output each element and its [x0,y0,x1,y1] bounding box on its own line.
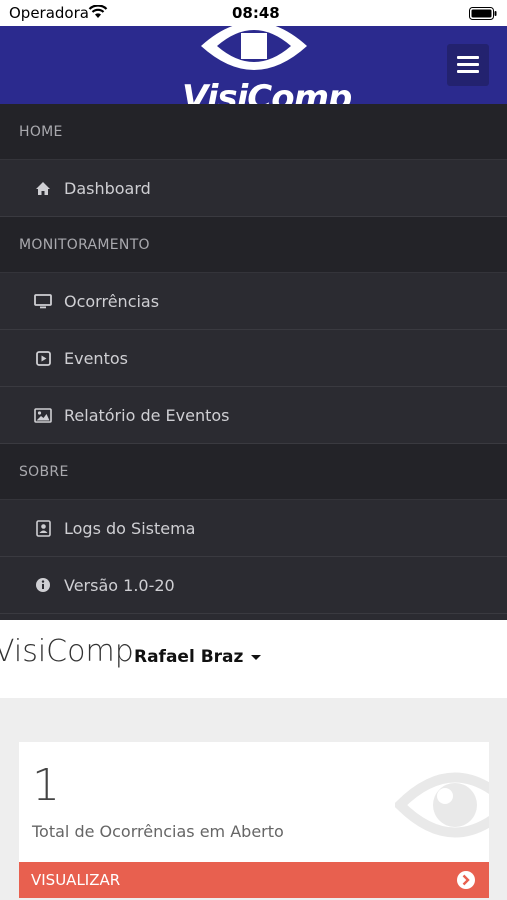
nav-item-dashboard[interactable]: Dashboard [0,160,507,217]
nav-item-relatorio-eventos[interactable]: Relatório de Eventos [0,387,507,444]
nav-section-sobre: SOBRE [0,444,507,500]
nav-item-ocorrencias[interactable]: Ocorrências [0,273,507,330]
user-name: Rafael Braz [134,647,244,667]
carrier-name: Operadora [9,4,89,22]
nav-section-home: HOME [0,104,507,160]
monitor-icon [34,292,52,310]
occurrence-label: Total de Ocorrências em Aberto [32,822,284,841]
image-icon [34,406,52,424]
home-icon [34,179,52,197]
wifi-icon [88,4,108,23]
caret-down-icon [251,654,262,660]
nav-item-logs-sistema[interactable]: Logs do Sistema [0,500,507,557]
visualizar-button[interactable]: VISUALIZAR [19,862,489,898]
arrow-circle-right-icon [456,870,476,894]
visualizar-label: VISUALIZAR [31,871,121,889]
occurrence-count: 1 [32,760,60,811]
info-icon [34,576,52,594]
hamburger-line [457,63,479,66]
hamburger-line [457,56,479,59]
side-nav-menu: HOME Dashboard MONITORAMENTO Ocorrências… [0,104,507,620]
nav-item-label: Relatório de Eventos [64,405,230,425]
nav-item-label: Logs do Sistema [64,518,196,538]
brand-title: VisiComp [0,634,134,669]
nav-item-label: Ocorrências [64,291,160,311]
battery-icon [469,6,497,24]
clock: 08:48 [232,4,280,22]
contact-card-icon [34,519,52,537]
nav-item-versao[interactable]: Versão 1.0-20 [0,557,507,614]
user-dropdown[interactable]: Rafael Braz [134,647,262,667]
nav-item-label: Eventos [64,348,128,368]
status-bar: Operadora 08:48 [0,0,507,26]
eye-icon [392,760,489,854]
nav-item-label: Dashboard [64,178,151,198]
top-bar: VisiComp Rafael Braz [0,620,507,698]
nav-item-label: Versão 1.0-20 [64,575,175,595]
app-header: VisiComp [0,26,507,104]
nav-section-monitoramento: MONITORAMENTO [0,217,507,273]
hamburger-menu-button[interactable] [447,44,489,86]
hamburger-line [457,70,479,73]
occurrences-card: 1 Total de Ocorrências em Aberto VISUALI… [19,742,489,898]
play-square-icon [34,349,52,367]
logo-text: VisiComp [182,78,352,104]
nav-item-eventos[interactable]: Eventos [0,330,507,387]
